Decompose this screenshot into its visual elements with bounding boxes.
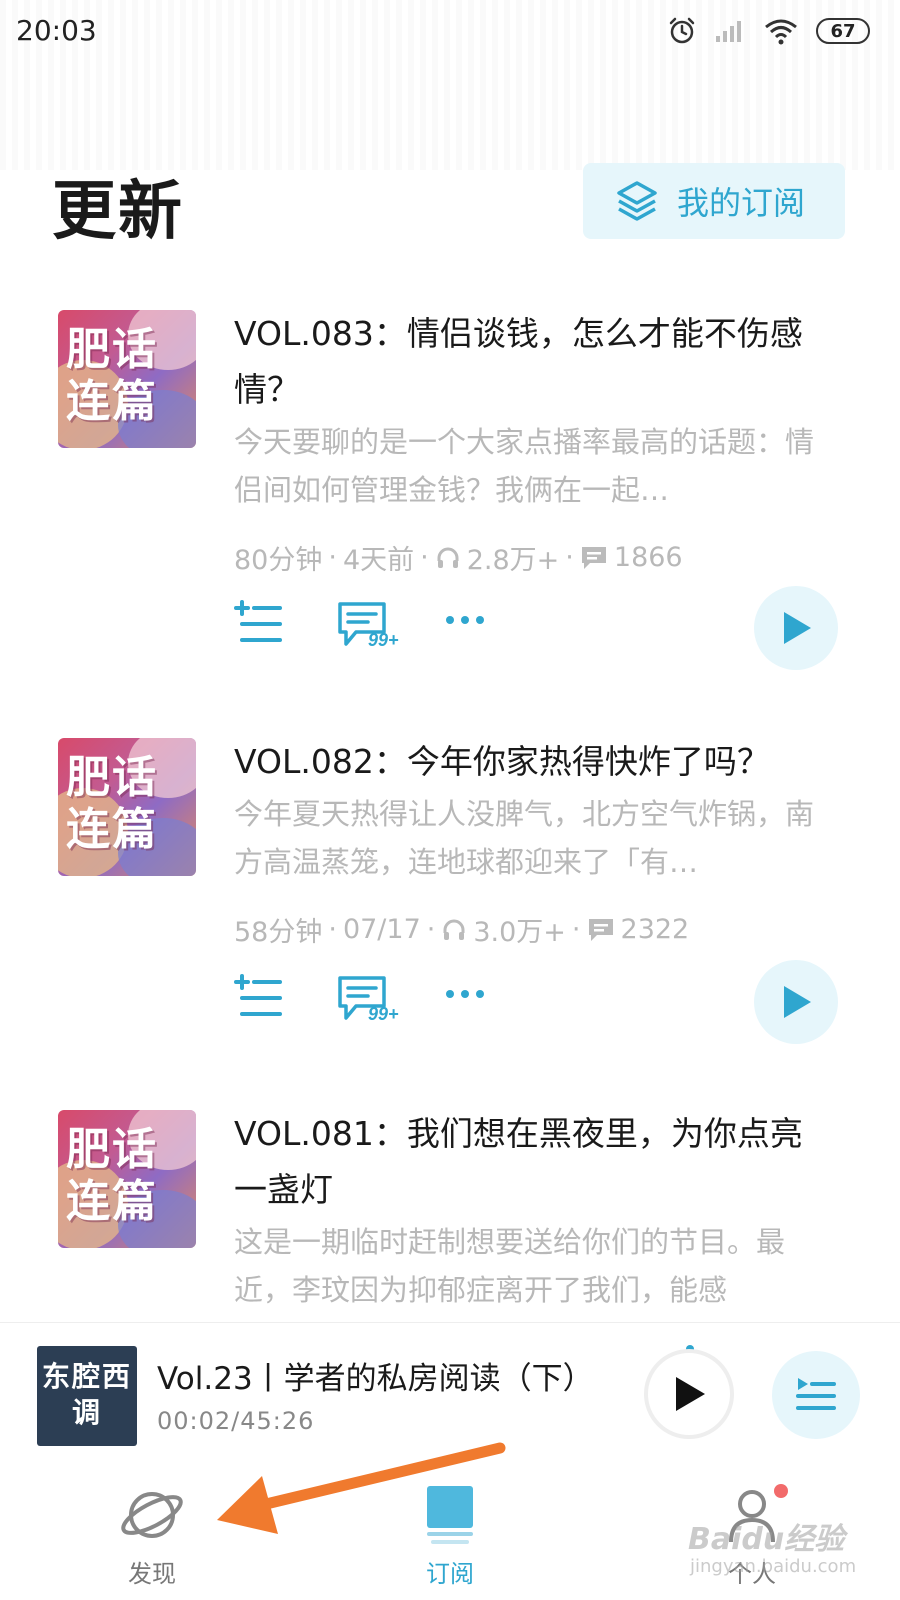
battery-indicator: 67 [816,18,870,44]
tab-subscribe[interactable]: 订阅 [370,1484,530,1589]
episode-description: 这是一期临时赶制想要送给你们的节目。最近，李玟因为抑郁症离开了我们，能感 [234,1225,786,1307]
play-button[interactable] [754,586,838,670]
episode-meta: 58分钟 · 07/17 · 3.0万+ · 2322 [234,910,834,949]
play-icon [676,1377,705,1411]
podcast-cover[interactable]: 肥话连篇 [58,738,196,876]
episode-title[interactable]: VOL.083：情侣谈钱，怎么才能不伤感情？ [234,306,834,418]
cover-text: 肥话连篇 [66,752,158,855]
episode-comments: 1866 [613,542,683,573]
comment-bubble-icon: 99+ [338,976,399,1024]
comment-bubble-icon: 99+ [338,602,399,650]
add-to-playlist-icon[interactable] [234,600,284,646]
planet-icon [121,1492,183,1538]
headphones-icon [443,919,465,940]
more-options-icon[interactable] [444,614,486,626]
add-to-playlist-icon[interactable] [234,974,284,1020]
play-button[interactable] [754,960,838,1044]
now-playing-title[interactable]: Vol.23丨学者的私房阅读（下） [157,1353,594,1398]
now-playing-time: 00:02/45:26 [157,1407,315,1435]
play-icon [784,612,811,644]
episode-date: 07/17 [342,914,421,945]
comments-button[interactable]: 99+ [336,974,406,1030]
episode-duration: 80分钟 [234,545,323,576]
watermark: Baidu经验 [688,1522,845,1557]
episode-title[interactable]: VOL.082：今年你家热得快炸了吗？ [234,734,834,790]
episode-title[interactable]: VOL.081：我们想在黑夜里，为你点亮一盏灯 [234,1106,834,1218]
status-icons: 67 [668,14,870,48]
my-subscriptions-button[interactable]: 我的订阅 [583,163,845,239]
mini-player[interactable]: 东腔西调 Vol.23丨学者的私房阅读（下） 00:02/45:26 [0,1322,900,1470]
podcast-cover[interactable]: 肥话连篇 [58,1110,196,1248]
alarm-icon [669,17,695,44]
comment-count-badge: 99+ [368,1004,399,1024]
episode-actions: 99+ [234,586,854,670]
wifi-icon [765,19,797,45]
cellular-signal-icon [716,21,741,42]
episode-duration: 58分钟 [234,917,323,948]
status-bar: 20:03 67 [0,0,900,62]
my-subscriptions-label: 我的订阅 [677,184,806,222]
episode-plays: 2.8万+ [466,545,560,576]
cover-text: 肥话连篇 [66,1124,158,1227]
episode-actions: 99+ [234,960,854,1044]
episode-date: 4天前 [342,545,415,576]
episode-description: 今年夏天热得让人没脾气，北方空气炸锅，南方高温蒸笼，连地球都迎来了「有… [234,797,815,879]
more-options-icon[interactable] [444,988,486,1000]
layers-icon [617,181,657,221]
podcast-cover[interactable]: 肥话连篇 [58,310,196,448]
episode-feed[interactable]: 肥话连篇 VOL.083：情侣谈钱，怎么才能不伤感情？ 今天要聊的是一个大家点播… [0,290,900,1322]
episode-meta: 80分钟 · 4天前 · 2.8万+ · 1866 [234,538,834,577]
battery-level: 67 [830,20,856,42]
episode-plays: 3.0万+ [473,917,566,948]
comments-button[interactable]: 99+ [336,600,406,656]
page-title: 更新 [52,175,184,249]
now-playing-cover-text: 东腔西调 [41,1360,132,1429]
episode-description: 今天要聊的是一个大家点播率最高的话题：情侣间如何管理金钱？我俩在一起… [234,425,815,507]
play-icon [784,986,811,1018]
tab-discover-label: 发现 [128,1560,176,1588]
subscribe-stack-icon [427,1486,473,1544]
mini-play-button[interactable] [644,1349,734,1439]
comment-count-badge: 99+ [368,630,399,650]
now-playing-cover[interactable]: 东腔西调 [37,1346,137,1446]
episode-comments: 2322 [620,914,690,945]
headphones-icon [437,547,459,568]
notification-dot [774,1484,788,1498]
status-time: 20:03 [16,14,97,47]
tab-discover[interactable]: 发现 [72,1484,232,1589]
playlist-button[interactable] [772,1351,860,1439]
watermark-url: jingyan.baidu.com [690,1556,857,1577]
tab-subscribe-label: 订阅 [426,1560,474,1588]
cover-text: 肥话连篇 [66,324,158,427]
comment-icon [581,546,606,569]
comment-icon [588,918,613,941]
playlist-icon [796,1378,836,1410]
